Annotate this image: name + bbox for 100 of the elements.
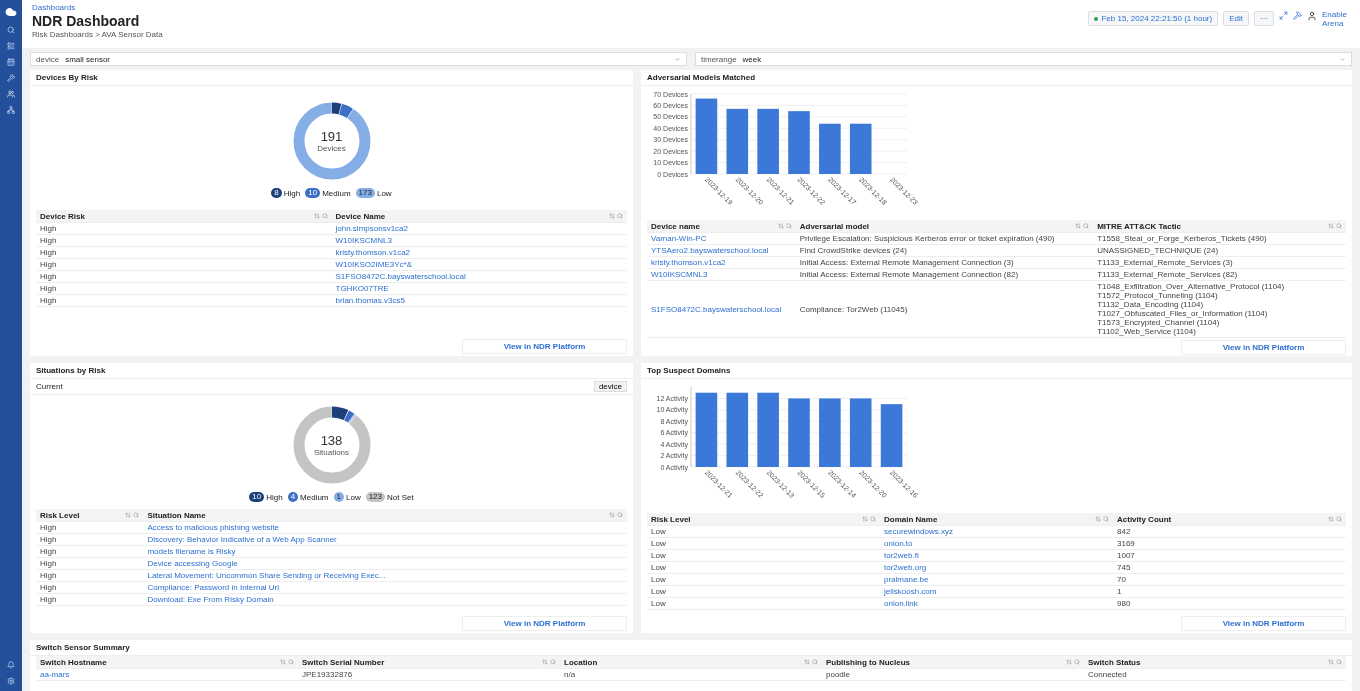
column-header[interactable]: Device Risk: [36, 210, 332, 222]
table-link[interactable]: models filename is Risky: [143, 546, 627, 557]
search-icon[interactable]: [321, 213, 328, 219]
table-link[interactable]: Download: Exe From Risky Domain: [143, 594, 627, 605]
search-icon[interactable]: [1074, 659, 1080, 665]
table-cell-text: High: [39, 283, 58, 294]
search-icon[interactable]: [1336, 223, 1342, 229]
search-icon[interactable]: [617, 512, 623, 518]
table-link[interactable]: YTSAero2.bayswaterschool.local: [647, 245, 796, 256]
table-cell-text: 842: [1116, 526, 1132, 537]
sort-icon[interactable]: [1328, 659, 1334, 665]
table-link[interactable]: securewindows.xyz: [880, 526, 1113, 537]
column-header[interactable]: MITRE ATT&CK Tactic: [1093, 220, 1346, 232]
table-link[interactable]: TGHKO07TRE: [331, 283, 627, 294]
sort-icon[interactable]: [804, 659, 810, 665]
sort-icon[interactable]: [1095, 516, 1101, 522]
search-icon[interactable]: [812, 659, 818, 665]
cloud-logo-icon[interactable]: [5, 6, 17, 18]
table-link[interactable]: S1FSO8472C.bayswaterschool.local: [331, 271, 627, 282]
device-toggle[interactable]: device: [593, 381, 627, 392]
column-header[interactable]: Switch Hostname: [36, 656, 298, 668]
table-link[interactable]: onion.link: [880, 598, 1113, 609]
table-link[interactable]: Lateral Movement: Uncommon Share Sending or Receiving Exec...: [143, 570, 627, 581]
column-header[interactable]: Domain Name: [880, 513, 1113, 525]
table-link[interactable]: kristy.thomson.v1ca2: [331, 247, 627, 258]
edit-button[interactable]: Edit: [1223, 11, 1249, 26]
table-link[interactable]: tor2web.fi: [880, 550, 1113, 561]
search-icon[interactable]: [617, 213, 623, 219]
column-header[interactable]: Location: [560, 656, 822, 668]
table-link[interactable]: pralmane.be: [880, 574, 1113, 585]
column-header[interactable]: Publishing to Nucleus: [822, 656, 1084, 668]
column-header[interactable]: Adversarial model: [795, 220, 1094, 232]
users-icon[interactable]: [7, 90, 15, 98]
sort-icon[interactable]: [777, 223, 784, 229]
column-header[interactable]: Device Name: [331, 210, 627, 222]
table-link[interactable]: john.simpsonsv1ca2: [331, 223, 627, 234]
search-icon[interactable]: [1083, 223, 1090, 229]
search-icon[interactable]: [550, 659, 556, 665]
column-header[interactable]: Activity Count: [1113, 513, 1346, 525]
wrench-icon[interactable]: [7, 74, 15, 82]
table-link[interactable]: W10IKSCMNL3: [331, 235, 627, 246]
sort-icon[interactable]: [313, 213, 320, 219]
sort-icon[interactable]: [542, 659, 548, 665]
table-link[interactable]: Compliance: Password in Internal Url: [143, 582, 627, 593]
view-platform-link[interactable]: View in NDR Platform: [1181, 616, 1346, 631]
sort-icon[interactable]: [1328, 223, 1334, 229]
bell-icon[interactable]: [7, 661, 15, 669]
sort-icon[interactable]: [609, 512, 615, 518]
search-icon[interactable]: [1103, 516, 1109, 522]
hammer-icon[interactable]: [1293, 11, 1302, 20]
column-header[interactable]: Device name: [647, 220, 796, 232]
sort-icon[interactable]: [280, 659, 286, 665]
chevron-down-icon[interactable]: [674, 55, 681, 63]
table-link[interactable]: Discovery: Behavior Indicative of a Web App Scanner: [143, 534, 627, 545]
search-icon[interactable]: [870, 516, 876, 522]
table-link[interactable]: tor2web.org: [880, 562, 1113, 573]
search-icon[interactable]: [785, 223, 792, 229]
calendar-icon[interactable]: [7, 58, 15, 66]
table-link[interactable]: kristy.thomson.v1ca2: [647, 257, 796, 268]
search-icon[interactable]: [1336, 516, 1342, 522]
settings-icon[interactable]: [7, 677, 15, 685]
list-icon[interactable]: [7, 42, 15, 50]
table-link[interactable]: Varnan-Win-PC: [647, 233, 796, 244]
table-link[interactable]: aa-mars: [36, 669, 298, 680]
fullscreen-icon[interactable]: [1279, 11, 1288, 20]
more-button[interactable]: ···: [1254, 11, 1274, 26]
sort-icon[interactable]: [1066, 659, 1072, 665]
breadcrumb-link[interactable]: Dashboards: [32, 3, 163, 12]
user-icon[interactable]: [1307, 11, 1317, 21]
table-link[interactable]: S1FSO8472C.bayswaterschool.local: [647, 303, 796, 315]
view-platform-link[interactable]: View in NDR Platform: [462, 616, 627, 631]
column-header[interactable]: Situation Name: [143, 509, 627, 521]
search-icon[interactable]: [133, 512, 140, 518]
column-header[interactable]: Risk Level: [647, 513, 880, 525]
table-link[interactable]: onion.to: [880, 538, 1113, 549]
search-icon[interactable]: [1336, 659, 1342, 665]
user-name[interactable]: Enable Arena: [1322, 11, 1350, 29]
table-link[interactable]: W10IKSCMNL3: [647, 269, 796, 280]
sort-icon[interactable]: [609, 213, 615, 219]
time-range-button[interactable]: Feb 15, 2024 22:21:50 (1 hour): [1088, 11, 1219, 26]
table-link[interactable]: jeliskoosh.com: [880, 586, 1113, 597]
legend-label: High: [283, 188, 301, 198]
table-link[interactable]: Access to malicious phishing website: [143, 522, 627, 533]
sort-icon[interactable]: [1328, 516, 1334, 522]
view-platform-link[interactable]: View in NDR Platform: [462, 339, 627, 354]
column-header[interactable]: Switch Serial Number: [298, 656, 560, 668]
sort-icon[interactable]: [1075, 223, 1082, 229]
table-link[interactable]: W10IKSO2IME3Yc*&: [331, 259, 627, 270]
table-link[interactable]: Device accessing Google: [143, 558, 627, 569]
column-header[interactable]: Switch Status: [1084, 656, 1346, 668]
filter-dropdown[interactable]: timerange week: [695, 52, 1352, 66]
view-platform-link[interactable]: View in NDR Platform: [1181, 340, 1346, 355]
column-header[interactable]: Risk Level: [36, 509, 144, 521]
filter-dropdown[interactable]: device small sensor: [30, 52, 687, 66]
sort-icon[interactable]: [125, 512, 132, 518]
chevron-down-icon[interactable]: [1339, 55, 1346, 63]
sort-icon[interactable]: [862, 516, 868, 522]
network-icon[interactable]: [7, 106, 15, 114]
search-icon[interactable]: [288, 659, 294, 665]
table-link[interactable]: brian.thomas.v3cs5: [331, 295, 627, 306]
